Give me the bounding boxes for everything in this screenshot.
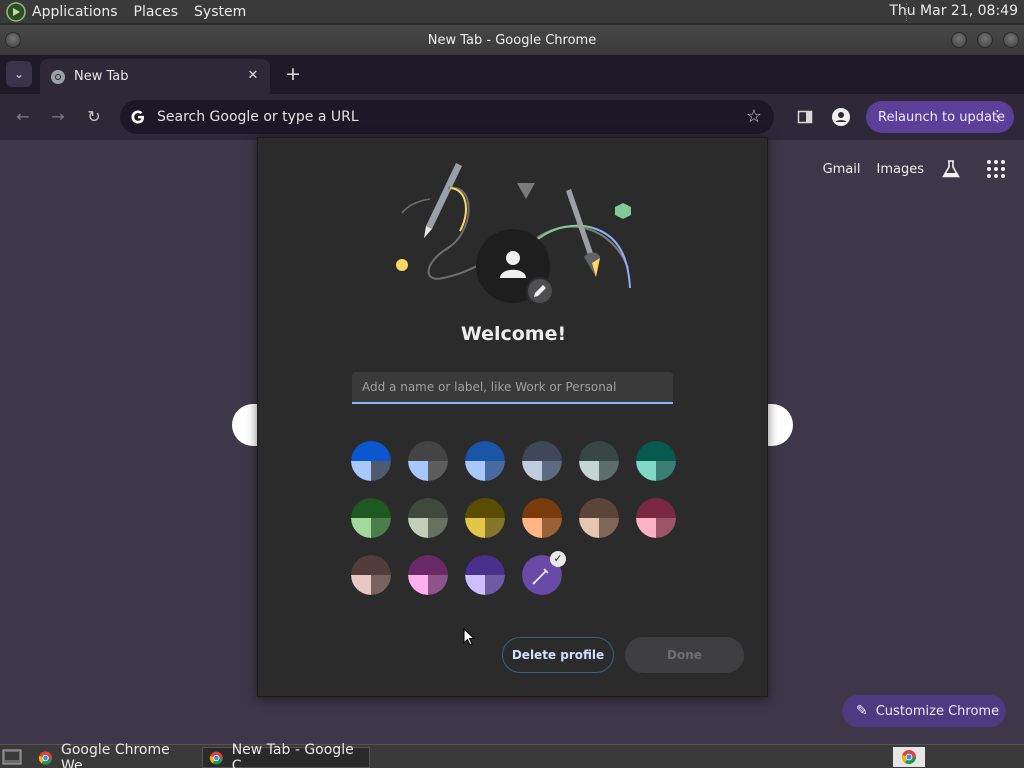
- tab-title: New Tab: [74, 69, 129, 84]
- bottom-taskbar: Google Chrome We... New Tab - Google C..…: [0, 742, 1024, 768]
- profile-name-input[interactable]: [352, 372, 673, 404]
- customize-chrome-button[interactable]: ✎ Customize Chrome: [842, 695, 1006, 727]
- color-swatch[interactable]: [522, 498, 562, 538]
- customize-label: Customize Chrome: [875, 703, 1000, 719]
- welcome-heading: Welcome!: [460, 323, 567, 345]
- window-menu-icon[interactable]: [5, 32, 21, 48]
- show-desktop-icon[interactable]: [2, 748, 22, 766]
- chrome-logo-icon: [38, 750, 53, 765]
- relaunch-label: Relaunch to update: [878, 109, 1006, 125]
- menu-places[interactable]: Places: [134, 4, 179, 20]
- color-swatch[interactable]: [408, 441, 448, 481]
- chevron-down-icon: ⌄: [13, 67, 25, 81]
- edit-avatar-pencil-icon: [526, 277, 554, 303]
- chrome-logo-icon: [901, 750, 916, 764]
- chrome-toolbar: ← → ↻ Search Google or type a URL ☆ Rela…: [0, 94, 1024, 140]
- google-g-icon: [131, 110, 144, 124]
- taskbar-item-label: Google Chrome We...: [61, 741, 170, 768]
- color-swatch[interactable]: [351, 555, 391, 595]
- profile-avatar-icon[interactable]: [830, 106, 852, 128]
- pen-illustration-icon: [401, 163, 462, 238]
- color-swatch[interactable]: [351, 441, 391, 481]
- tab-search-button[interactable]: ⌄: [6, 61, 32, 87]
- color-swatch[interactable]: [579, 441, 619, 481]
- maximize-icon[interactable]: [977, 32, 993, 48]
- close-tab-icon[interactable]: ✕: [244, 67, 262, 85]
- chrome-logo-icon: [209, 751, 223, 764]
- side-panel-icon[interactable]: [794, 106, 816, 128]
- menu-applications[interactable]: Applications: [32, 4, 118, 20]
- distro-logo-icon[interactable]: [6, 1, 26, 22]
- tab-new-tab[interactable]: New Tab ✕: [40, 59, 270, 94]
- color-swatch[interactable]: [465, 555, 505, 595]
- plus-icon: +: [285, 63, 301, 85]
- close-window-icon[interactable]: [1003, 32, 1019, 48]
- new-tab-button[interactable]: +: [282, 63, 304, 85]
- mouse-cursor-icon: [463, 628, 475, 646]
- apps-grid-icon[interactable]: [986, 159, 1006, 179]
- color-swatch[interactable]: [465, 498, 505, 538]
- done-button[interactable]: Done: [625, 637, 744, 673]
- pencil-icon: ✎: [856, 703, 868, 719]
- images-link[interactable]: Images: [877, 162, 925, 177]
- ntp-top-links: Gmail Images: [823, 158, 1006, 180]
- selected-check-icon: ✓: [550, 551, 566, 567]
- color-swatch[interactable]: [636, 498, 676, 538]
- minimize-icon[interactable]: [951, 32, 967, 48]
- profile-customization-dialog: Welcome! ✓ Delete profile Done: [257, 137, 768, 697]
- gmail-link[interactable]: Gmail: [823, 162, 861, 177]
- menu-system[interactable]: System: [194, 4, 246, 20]
- labs-flask-icon[interactable]: [940, 158, 962, 180]
- color-swatch[interactable]: [465, 441, 505, 481]
- color-swatch[interactable]: [636, 441, 676, 481]
- chrome-tab-strip: ⌄ New Tab ✕ +: [0, 55, 1024, 94]
- brush-illustration-icon: [566, 189, 600, 277]
- reload-icon[interactable]: ↻: [83, 106, 105, 128]
- color-swatch[interactable]: [351, 498, 391, 538]
- taskbar-item-label: New Tab - Google C...: [231, 741, 354, 768]
- color-swatch[interactable]: [408, 555, 448, 595]
- color-swatch[interactable]: [408, 498, 448, 538]
- omnibox-placeholder: Search Google or type a URL: [157, 109, 359, 125]
- relaunch-to-update-button[interactable]: Relaunch to update ⋮: [866, 101, 1014, 133]
- color-swatch[interactable]: [579, 498, 619, 538]
- delete-profile-button[interactable]: Delete profile: [502, 637, 614, 673]
- back-arrow-icon[interactable]: ←: [12, 106, 34, 128]
- forward-arrow-icon[interactable]: →: [47, 106, 69, 128]
- clock[interactable]: Thu Mar 21, 08:49: [889, 3, 1018, 19]
- tray-chrome-icon[interactable]: [893, 747, 925, 767]
- more-vert-icon: ⋮: [990, 107, 1005, 125]
- window-title: New Tab - Google Chrome: [427, 32, 597, 48]
- chrome-favicon-icon: [51, 69, 65, 84]
- welcome-illustration: [396, 163, 631, 303]
- window-titlebar[interactable]: New Tab - Google Chrome: [0, 25, 1024, 55]
- color-swatch[interactable]: [522, 441, 562, 481]
- taskbar-item-chrome-welcome[interactable]: Google Chrome We...: [32, 742, 200, 768]
- omnibox[interactable]: Search Google or type a URL ☆: [120, 100, 774, 134]
- bookmark-star-icon[interactable]: ☆: [744, 107, 764, 127]
- system-top-panel: Applications Places System Thu Mar 21, 0…: [0, 0, 1024, 24]
- taskbar-item-new-tab[interactable]: New Tab - Google C...: [202, 742, 370, 768]
